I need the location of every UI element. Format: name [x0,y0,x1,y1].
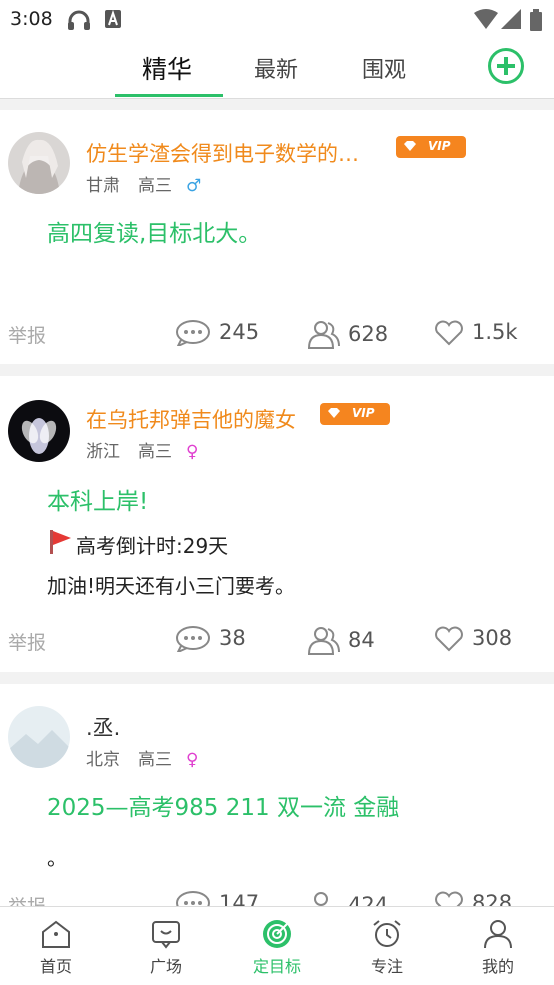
people-icon [307,321,340,349]
username[interactable]: 在乌托邦弹吉他的魔女 [86,404,296,434]
report-button[interactable]: 举报 [8,628,46,655]
user-avatar[interactable] [8,400,70,462]
home-icon [42,920,70,948]
post-goal: 2025—高考985 211 双一流 金融 [47,795,400,821]
comment-icon [175,626,210,655]
gender-female-icon: ♀ [186,442,199,462]
active-tab-indicator [115,94,223,97]
nav-set-goal[interactable]: 定目标 [237,919,317,977]
province-label: 北京 [86,750,120,770]
post-card[interactable]: 仿生学渣会得到电子数学的… VIP 甘肃 高三 ♂ 高四复读,目标北大。 举报 24… [0,110,554,364]
diamond-icon [404,141,416,151]
report-button[interactable]: 举报 [8,321,46,348]
battery-icon [530,9,542,31]
diamond-icon [328,408,340,418]
nav-mine[interactable]: 我的 [458,919,538,977]
bottom-nav: 首页 广场 定目标 专注 我的 [0,906,554,985]
vip-badge: VIP [396,136,466,158]
grade-label: 高三 [138,750,172,770]
like-count[interactable]: 1.5k [434,320,518,346]
nav-square[interactable]: 广场 [126,919,206,977]
heart-icon [435,626,463,652]
user-meta: 甘肃 高三 ♂ [86,171,201,196]
post-goal: 高四复读,目标北大。 [47,221,262,247]
post-text: 加油!明天还有小三门要考。 [47,574,296,598]
gender-female-icon: ♀ [186,750,199,770]
countdown-text: 高考倒计时:29天 [76,534,229,558]
grade-label: 高三 [138,442,172,462]
notification-a-icon [105,9,121,28]
people-icon [307,627,340,655]
gender-male-icon: ♂ [186,176,202,196]
target-icon [263,920,291,948]
nav-focus[interactable]: 专注 [347,919,427,977]
post-card[interactable]: 在乌托邦弹吉他的魔女 VIP 浙江 高三 ♀ 本科上岸! 高考倒计时:29天 加油!… [0,376,554,672]
status-time: 3:08 [10,8,53,30]
top-tab-bar: 精华 最新 围观 [0,38,554,99]
like-count[interactable]: 308 [434,626,512,652]
post-text: 。 [47,846,67,870]
view-count[interactable]: 84 [306,626,375,656]
province-label: 甘肃 [86,176,120,196]
comment-icon [175,320,210,349]
square-chat-icon [152,921,180,949]
post-goal: 本科上岸! [47,489,149,515]
nav-home[interactable]: 首页 [16,919,96,977]
add-post-button[interactable] [488,48,524,84]
comment-count[interactable]: 38 [175,626,246,655]
heart-icon [435,320,463,346]
view-count[interactable]: 628 [306,320,388,350]
vip-badge: VIP [320,403,390,425]
grade-label: 高三 [138,176,172,196]
wifi-icon [474,9,498,29]
headphones-icon [68,10,90,30]
user-avatar[interactable] [8,706,70,768]
person-icon [484,920,512,949]
user-meta: 北京 高三 ♀ [86,745,198,770]
signal-icon [501,9,521,29]
red-flag-icon [50,530,71,554]
user-meta: 浙江 高三 ♀ [86,437,198,462]
alarm-clock-icon [373,920,401,947]
comment-count[interactable]: 245 [175,320,259,349]
user-avatar[interactable] [8,132,70,194]
post-card[interactable]: .丞. 北京高三♀ 2025—高考985 211 双一流 金融 。 举报 147… [0,684,554,924]
tab-latest[interactable]: 最新 [254,52,298,84]
province-label: 浙江 [86,442,120,462]
username[interactable]: .丞. [86,712,120,742]
tab-featured[interactable]: 精华 [142,50,192,86]
status-bar: 3:08 [0,0,554,38]
username[interactable]: 仿生学渣会得到电子数学的… [86,138,359,168]
tab-watching[interactable]: 围观 [362,52,406,84]
